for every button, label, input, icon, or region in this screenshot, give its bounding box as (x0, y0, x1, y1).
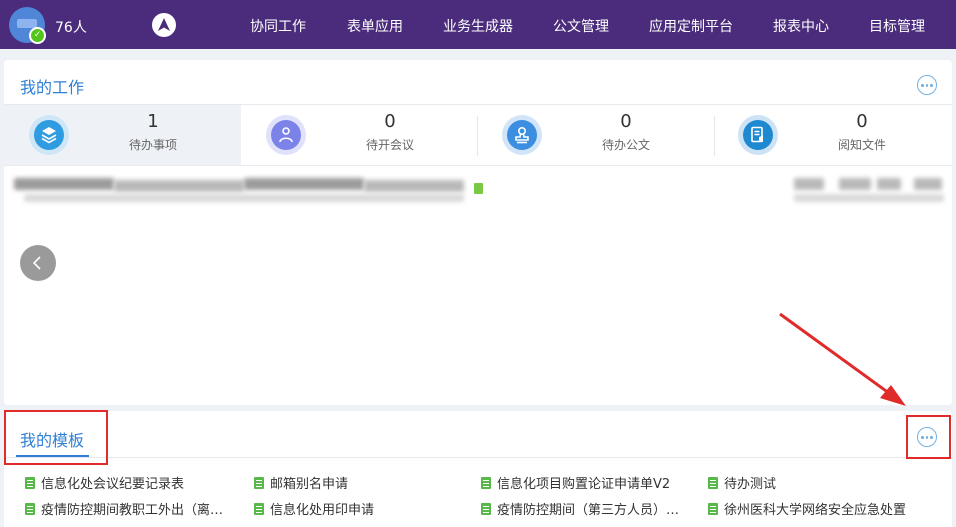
stat-label: 待办事项 (128, 138, 177, 152)
layers-icon (29, 115, 69, 155)
document-icon (738, 115, 778, 155)
stat-label: 阅知文件 (837, 138, 886, 152)
nav-item-documents[interactable]: 公文管理 (553, 16, 609, 36)
nav-item-collab[interactable]: 协同工作 (250, 16, 306, 36)
work-more-icon[interactable] (917, 75, 937, 95)
template-item[interactable]: 邮箱别名申请 (254, 473, 348, 492)
document-icon (254, 503, 264, 515)
previous-page-button[interactable] (20, 245, 56, 281)
divider (4, 165, 952, 166)
my-work-panel: 我的工作 1 待办事项 0 待开会议 0 待办公文 0 阅知文件 (4, 60, 952, 405)
stat-count: 0 (384, 111, 396, 132)
stat-pending-documents[interactable]: 0 待办公文 (477, 105, 713, 165)
document-icon (254, 477, 264, 489)
app-logo-icon[interactable] (152, 13, 176, 37)
stat-count: 1 (147, 111, 159, 132)
document-icon (25, 477, 35, 489)
online-check-icon: ✓ (29, 27, 46, 44)
document-icon (474, 183, 483, 194)
template-item[interactable]: 信息化项目购置论证申请单V2 (481, 473, 670, 492)
stat-count: 0 (856, 111, 868, 132)
stat-pending-meetings[interactable]: 0 待开会议 (241, 105, 477, 165)
stat-separator (477, 116, 478, 156)
stat-count: 0 (620, 111, 632, 132)
stat-label: 待办公文 (601, 138, 650, 152)
document-icon (708, 477, 718, 489)
template-item[interactable]: 信息化处用印申请 (254, 499, 374, 518)
user-count: 76人 (55, 20, 87, 36)
annotation-box-templates-tab (4, 410, 108, 465)
template-item[interactable]: 疫情防控期间教职工外出（离… (25, 499, 223, 518)
annotation-box-more-button (906, 415, 951, 459)
template-item[interactable]: 疫情防控期间（第三方人员）… (481, 499, 679, 518)
nav-item-forms[interactable]: 表单应用 (347, 16, 403, 36)
stamp-icon (502, 115, 542, 155)
my-templates-panel: 我的模板 信息化处会议纪要记录表 邮箱别名申请 信息化项目购置论证申请单V2 待… (4, 411, 952, 527)
nav-item-generator[interactable]: 业务生成器 (443, 16, 513, 36)
stat-separator (714, 116, 715, 156)
template-item[interactable]: 信息化处会议纪要记录表 (25, 473, 184, 492)
document-icon (708, 503, 718, 515)
document-icon (481, 477, 491, 489)
template-item[interactable]: 待办测试 (708, 473, 776, 492)
document-icon (481, 503, 491, 515)
nav-item-goals[interactable]: 目标管理 (869, 16, 925, 36)
stat-read-files[interactable]: 0 阅知文件 (713, 105, 952, 165)
template-item[interactable]: 徐州医科大学网络安全应急处置 (708, 499, 906, 518)
nav-item-custom-platform[interactable]: 应用定制平台 (649, 16, 733, 36)
my-work-title: 我的工作 (20, 78, 85, 97)
nav-item-reports[interactable]: 报表中心 (773, 16, 829, 36)
stat-label: 待开会议 (365, 138, 414, 152)
divider (4, 457, 952, 458)
document-icon (25, 503, 35, 515)
people-icon (266, 115, 306, 155)
top-nav-bar: ✓ 76人 协同工作 表单应用 业务生成器 公文管理 应用定制平台 报表中心 目… (0, 0, 956, 49)
stat-pending-tasks[interactable]: 1 待办事项 (4, 105, 241, 165)
